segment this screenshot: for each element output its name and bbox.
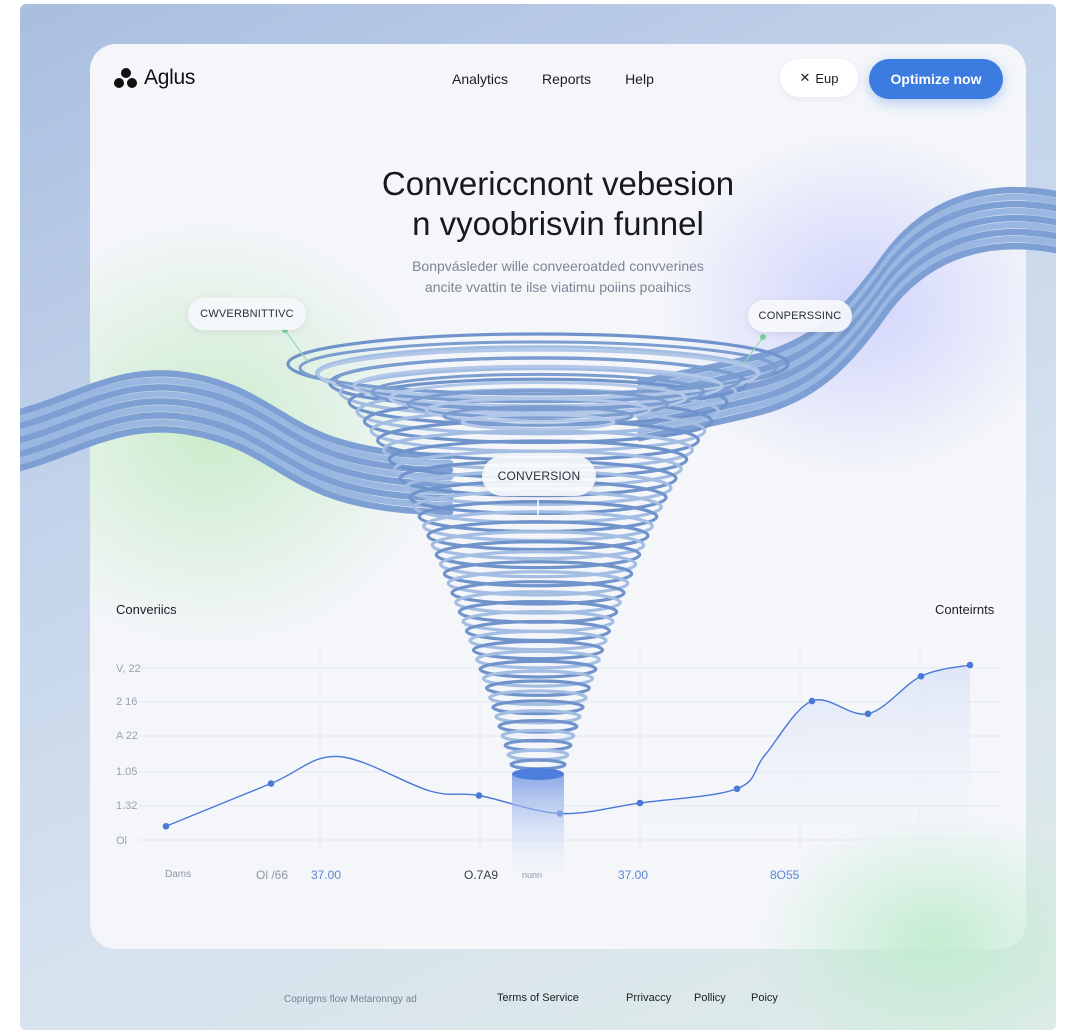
x-tick-label: 8O55 (770, 868, 800, 882)
y-tick-label: V, 22 (116, 663, 141, 675)
chart-data-point (475, 792, 483, 799)
top-navigation-bar: Aglus Analytics Reports Help ✕ Eup Optim… (90, 44, 1026, 124)
chip-dot-right (760, 334, 766, 340)
y-tick-label: 1.05 (116, 766, 138, 778)
hero-subtitle-line-1: Bonpvásleder wille conveeroatded convver… (412, 258, 704, 274)
hero-title-line-1: Convericcnont vebesion (381, 165, 735, 202)
x-tick-label: O.7A9 (464, 868, 499, 882)
hero-title: Convericcnont vebesion n vyoobrisvin fun… (90, 164, 1026, 244)
x-tick-label: 37.00 (618, 868, 649, 882)
chart-data-point (733, 785, 741, 793)
hero-subtitle: Bonpvásleder wille conveeroatded convver… (90, 256, 1026, 298)
funnel-base-glow (512, 768, 564, 780)
page-background: Aglus Analytics Reports Help ✕ Eup Optim… (20, 4, 1056, 1030)
chart-left-label: Converiics (116, 602, 177, 617)
main-nav: Analytics Reports Help (452, 71, 654, 87)
funnel-stem-glow (512, 774, 564, 884)
funnel-ring (509, 758, 567, 771)
close-icon: ✕ (799, 70, 811, 85)
chart-data-point (808, 697, 816, 705)
hero-subtitle-line-2: ancite vvattin te ilse viatimu poiins po… (424, 279, 692, 295)
chart-data-point (966, 661, 974, 669)
chart-data-point (917, 672, 925, 680)
footer-link-terms[interactable]: Terms of Service (497, 992, 579, 1004)
chart-area-fill (640, 665, 970, 844)
nav-item-analytics[interactable]: Analytics (452, 71, 508, 87)
brand-logo[interactable]: Aglus (114, 66, 195, 90)
funnel-chip-left[interactable]: CWVERBNITTIVC (188, 298, 306, 330)
funnel-ring (506, 748, 570, 762)
chart-data-point (864, 710, 872, 718)
footer-link-policy-2[interactable]: Poicy (751, 992, 778, 1004)
y-tick-label: 1.32 (116, 800, 138, 812)
chart-data-point (267, 780, 275, 787)
nav-item-reports[interactable]: Reports (542, 71, 591, 87)
y-tick-label: Ol (116, 835, 127, 847)
y-tick-label: A 22 (116, 730, 139, 742)
chart-right-label: Conteirnts (935, 602, 995, 617)
x-tick-label: Dams (165, 869, 192, 880)
nav-item-help[interactable]: Help (625, 71, 654, 87)
hero-title-line-2: n vyoobrisvin funnel (412, 205, 704, 242)
brand-name: Aglus (144, 66, 196, 89)
secondary-button-label: Eup (815, 70, 839, 86)
footer-link-privacy[interactable]: Prrivaccy (626, 992, 671, 1004)
x-tick-label: 37.00 (311, 868, 342, 882)
funnel-chip-conversion[interactable]: CONVERSION (482, 456, 596, 496)
x-tick-label: Ol /66 (256, 868, 289, 882)
optimize-now-button[interactable]: Optimize now (869, 59, 1003, 99)
footer-copyright: Coprigms flow Metaronngy ad (284, 994, 417, 1005)
footer: Coprigms flow Metaronngy ad Terms of Ser… (20, 989, 1056, 1009)
footer-link-policy[interactable]: Pollicy (694, 992, 726, 1004)
chart-data-point (636, 799, 644, 807)
x-tick-label: nunn (522, 870, 543, 880)
chart-data-point (162, 822, 170, 830)
secondary-button[interactable]: ✕ Eup (780, 59, 858, 97)
funnel-chip-right[interactable]: CONPERSSINC (748, 300, 852, 332)
logo-dots-icon (114, 66, 138, 90)
y-tick-label: 2 16 (116, 696, 138, 708)
